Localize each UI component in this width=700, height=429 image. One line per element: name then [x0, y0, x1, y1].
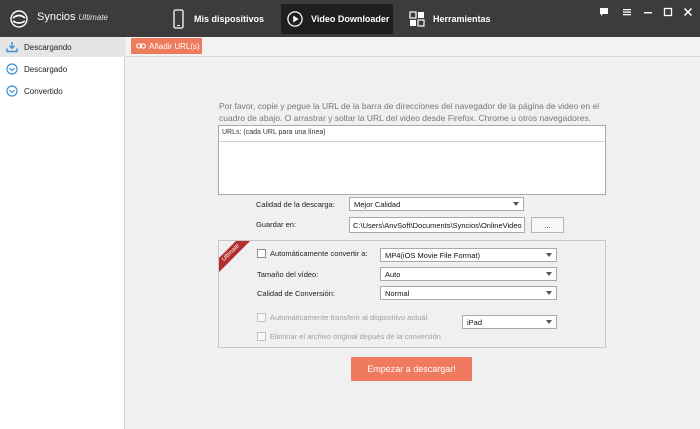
syncios-logo-icon — [10, 10, 28, 28]
app-title: Syncios Ultimate — [37, 11, 108, 23]
toolbar: Añadir URL(s) — [126, 37, 700, 57]
auto-transfer-checkbox[interactable] — [257, 313, 266, 322]
sidebar-item-downloaded[interactable]: Descargado — [0, 59, 125, 79]
download-quality-value: Mejor Calidad — [354, 199, 401, 209]
download-quality-label: Calidad de la descarga: — [256, 200, 335, 209]
sidebar-item-label: Descargado — [24, 64, 68, 74]
chevron-down-icon — [546, 253, 552, 257]
sidebar-item-downloading[interactable]: Descargando — [0, 37, 125, 57]
tab-video-downloader[interactable]: Video Downloader — [281, 4, 393, 34]
app-edition: Ultimate — [78, 13, 108, 22]
auto-transfer-label: Automáticamente transferir al dispositiv… — [270, 313, 428, 322]
add-urls-label: Añadir URL(s) — [149, 41, 200, 51]
chevron-down-icon — [546, 320, 552, 324]
url-box-divider — [219, 141, 605, 142]
url-box-label: URLs: (cada URL para una línea) — [222, 129, 326, 136]
check-circle-icon — [6, 85, 18, 97]
device-select[interactable]: iPad — [462, 315, 557, 329]
ultimate-ribbon: Ultimate — [219, 241, 253, 275]
sidebar-item-label: Descargando — [24, 42, 72, 52]
start-download-button[interactable]: Empezar a descargar! — [351, 357, 472, 381]
auto-convert-label: Automáticamente convertir a: — [270, 249, 368, 258]
delete-original-checkbox[interactable] — [257, 332, 266, 341]
add-urls-button[interactable]: Añadir URL(s) — [131, 38, 202, 54]
sidebar-item-converted[interactable]: Convertido — [0, 81, 125, 101]
close-icon[interactable] — [681, 5, 695, 19]
chat-icon[interactable] — [597, 5, 611, 19]
save-path-field[interactable]: C:\Users\AnvSoft\Documents\Syncios\Onlin… — [349, 217, 525, 233]
tab-tools-label: Herramientas — [433, 14, 491, 24]
tab-video-downloader-label: Video Downloader — [311, 14, 390, 24]
output-format-value: MP4(iOS Movie File Format) — [385, 250, 481, 260]
title-bar: Syncios Ultimate Mis dispositivos Video D… — [0, 0, 700, 37]
conversion-quality-value: Normal — [385, 288, 410, 298]
conversion-options-panel: Ultimate Automáticamente convertir a: MP… — [218, 240, 606, 348]
chevron-down-icon — [513, 202, 519, 206]
grid-icon — [409, 8, 425, 30]
conversion-quality-label: Calidad de Conversión: — [257, 289, 335, 298]
check-circle-icon — [6, 63, 18, 75]
app-name: Syncios — [37, 11, 76, 23]
save-to-label: Guardar en: — [256, 220, 297, 229]
play-circle-icon — [287, 8, 303, 30]
phone-icon — [170, 8, 186, 30]
chevron-down-icon — [546, 272, 552, 276]
instructions-text: Por favor, copie y pegue la URL de la ba… — [219, 101, 600, 123]
download-quality-select[interactable]: Mejor Calidad — [349, 197, 524, 211]
video-size-value: Auto — [385, 269, 401, 279]
download-tray-icon — [6, 41, 18, 53]
video-size-select[interactable]: Auto — [380, 267, 557, 281]
sidebar: Descargando Descargado Convertido — [0, 37, 125, 429]
device-value: iPad — [467, 317, 483, 327]
menu-icon[interactable] — [620, 5, 634, 19]
output-format-select[interactable]: MP4(iOS Movie File Format) — [380, 248, 557, 262]
delete-original-label: Eliminar el archivo original depués de l… — [270, 332, 441, 341]
tab-my-devices[interactable]: Mis dispositivos — [162, 4, 278, 34]
minimize-icon[interactable] — [641, 5, 655, 19]
browse-button[interactable]: ... — [531, 217, 564, 233]
maximize-icon[interactable] — [661, 5, 675, 19]
auto-convert-checkbox[interactable] — [257, 249, 266, 258]
conversion-quality-select[interactable]: Normal — [380, 286, 557, 300]
tab-my-devices-label: Mis dispositivos — [194, 14, 265, 24]
tab-tools[interactable]: Herramientas — [403, 4, 515, 34]
main-panel: Añadir URL(s) Por favor, copie y pegue l… — [126, 37, 700, 429]
sidebar-item-label: Convertido — [24, 86, 63, 96]
video-size-label: Tamaño del vídeo: — [257, 270, 319, 279]
chevron-down-icon — [546, 291, 552, 295]
link-icon — [136, 42, 146, 50]
url-textarea[interactable]: URLs: (cada URL para una línea) — [218, 125, 606, 195]
